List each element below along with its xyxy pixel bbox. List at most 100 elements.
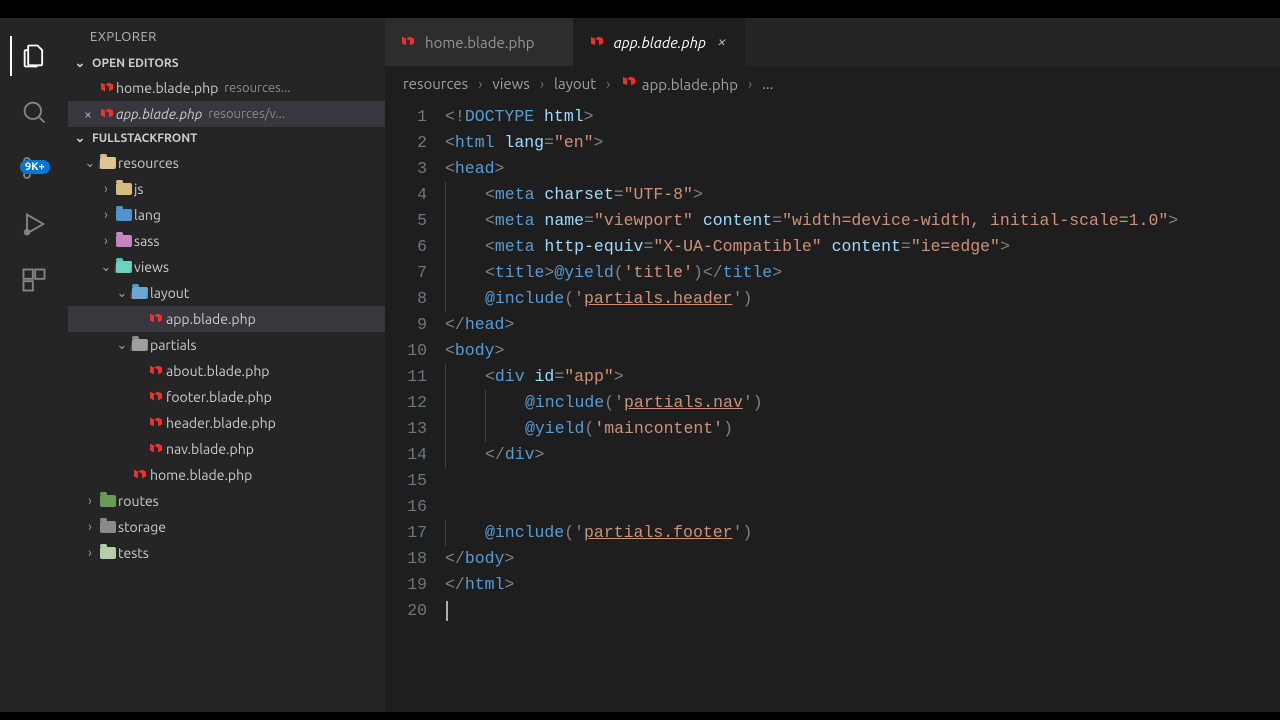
folder-row[interactable]: ›js <box>68 176 385 202</box>
folder-row[interactable]: ⌄partials <box>68 332 385 358</box>
editor-tab[interactable]: app.blade.php × <box>574 18 745 66</box>
line-number: 11 <box>385 364 427 390</box>
file-row[interactable]: ›about.blade.php <box>68 358 385 384</box>
line-number: 8 <box>385 286 427 312</box>
workspace-header[interactable]: ⌄ FULLSTACKFRONT <box>68 127 385 150</box>
chevron-down-icon: ⌄ <box>114 286 130 301</box>
folder-icon <box>130 339 150 351</box>
file-row[interactable]: ›footer.blade.php <box>68 384 385 410</box>
breadcrumb-item[interactable]: views <box>492 75 529 92</box>
window-top-letterbox <box>0 0 1280 18</box>
activity-extensions[interactable] <box>10 252 58 308</box>
laravel-file-icon <box>130 467 150 483</box>
chevron-right-icon: › <box>82 520 98 534</box>
line-gutter: 1234567891011121314151617181920 <box>385 104 445 712</box>
line-number: 16 <box>385 494 427 520</box>
breadcrumb-item[interactable]: ... <box>762 75 773 92</box>
open-editor-path: resources/v... <box>208 107 285 121</box>
laravel-file-icon <box>146 441 166 457</box>
close-icon[interactable]: × <box>78 106 98 122</box>
code-line[interactable]: <!DOCTYPE html> <box>445 104 1280 130</box>
chevron-down-icon: ⌄ <box>82 156 98 171</box>
folder-row[interactable]: ⌄views <box>68 254 385 280</box>
file-row[interactable]: ›home.blade.php <box>68 462 385 488</box>
code-line[interactable]: <body> <box>445 338 1280 364</box>
code-line[interactable]: @include('partials.nav') <box>445 390 1280 416</box>
editor-tab[interactable]: home.blade.php <box>385 18 574 66</box>
close-icon[interactable]: × <box>714 33 730 51</box>
activity-debug[interactable] <box>10 196 58 252</box>
chevron-right-icon: › <box>478 75 482 92</box>
tree-label: nav.blade.php <box>166 441 254 457</box>
code-line[interactable]: </div> <box>445 442 1280 468</box>
tree-label: js <box>134 181 143 197</box>
tab-label: app.blade.php <box>614 34 706 51</box>
activity-search[interactable] <box>10 84 58 140</box>
chevron-right-icon: › <box>98 208 114 222</box>
folder-row[interactable]: › sass <box>68 228 385 254</box>
tree-label: sass <box>134 233 159 249</box>
line-number: 15 <box>385 468 427 494</box>
window-bottom-letterbox <box>0 712 1280 720</box>
code-line[interactable]: <meta name="viewport" content="width=dev… <box>445 208 1280 234</box>
chevron-right-icon: › <box>98 234 114 248</box>
folder-icon <box>130 287 150 299</box>
laravel-file-icon <box>146 389 166 405</box>
folder-row[interactable]: ›tests <box>68 540 385 566</box>
line-number: 12 <box>385 390 427 416</box>
code-line[interactable] <box>445 494 1280 520</box>
open-editors-label: OPEN EDITORS <box>92 57 179 70</box>
editor-group: home.blade.php app.blade.php × resources › v… <box>385 18 1280 712</box>
line-number: 20 <box>385 598 427 624</box>
breadcrumb-item[interactable]: layout <box>554 75 596 92</box>
code-line[interactable]: @include('partials.header') <box>445 286 1280 312</box>
open-editor-item[interactable]: ×app.blade.phpresources/v... <box>68 101 385 127</box>
code-line[interactable]: <meta http-equiv="X-UA-Compatible" conte… <box>445 234 1280 260</box>
tree-label: lang <box>134 207 161 223</box>
folder-row[interactable]: ⌄ resources <box>68 150 385 176</box>
editor-tabs: home.blade.php app.blade.php × <box>385 18 1280 66</box>
code-line[interactable]: <head> <box>445 156 1280 182</box>
file-row[interactable]: ›nav.blade.php <box>68 436 385 462</box>
code-content[interactable]: <!DOCTYPE html><html lang="en"><head><me… <box>445 104 1280 712</box>
file-row[interactable]: ›header.blade.php <box>68 410 385 436</box>
folder-row[interactable]: ⌄layout <box>68 280 385 306</box>
line-number: 3 <box>385 156 427 182</box>
tree-label: about.blade.php <box>166 363 270 379</box>
line-number: 13 <box>385 416 427 442</box>
code-line[interactable] <box>445 468 1280 494</box>
line-number: 14 <box>385 442 427 468</box>
file-row[interactable]: ›app.blade.php <box>68 306 385 332</box>
breadcrumb-item[interactable]: app.blade.php <box>620 74 738 93</box>
line-number: 6 <box>385 234 427 260</box>
code-line[interactable]: </html> <box>445 572 1280 598</box>
code-line[interactable]: </head> <box>445 312 1280 338</box>
activity-explorer[interactable] <box>10 28 58 84</box>
folder-icon <box>98 157 118 169</box>
code-line[interactable]: <meta charset="UTF-8"> <box>445 182 1280 208</box>
open-editor-item[interactable]: home.blade.phpresources... <box>68 75 385 101</box>
folder-row[interactable]: ›routes <box>68 488 385 514</box>
code-editor[interactable]: 1234567891011121314151617181920 <!DOCTYP… <box>385 100 1280 712</box>
code-line[interactable]: @include('partials.footer') <box>445 520 1280 546</box>
tree-label: partials <box>150 337 197 353</box>
folder-row[interactable]: › lang <box>68 202 385 228</box>
code-line[interactable]: @yield('maincontent') <box>445 416 1280 442</box>
code-line[interactable] <box>445 598 1280 624</box>
code-line[interactable]: <div id="app"> <box>445 364 1280 390</box>
chevron-right-icon: › <box>82 546 98 560</box>
line-number: 5 <box>385 208 427 234</box>
folder-icon <box>98 495 118 507</box>
chevron-down-icon: ⌄ <box>72 56 88 71</box>
code-line[interactable]: <html lang="en"> <box>445 130 1280 156</box>
folder-icon <box>98 521 118 533</box>
tree-label: resources <box>118 155 179 171</box>
breadcrumb[interactable]: resources›views›layout› app.blade.php›..… <box>385 66 1280 100</box>
folder-row[interactable]: ›storage <box>68 514 385 540</box>
tree-label: app.blade.php <box>166 311 256 327</box>
breadcrumb-item[interactable]: resources <box>403 75 468 92</box>
open-editors-header[interactable]: ⌄ OPEN EDITORS <box>68 52 385 75</box>
code-line[interactable]: </body> <box>445 546 1280 572</box>
activity-bar: 9K+ <box>0 18 68 712</box>
code-line[interactable]: <title>@yield('title')</title> <box>445 260 1280 286</box>
